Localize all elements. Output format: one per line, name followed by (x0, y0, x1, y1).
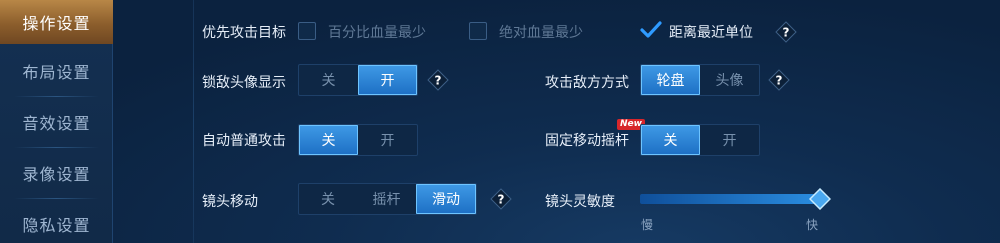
camera-move-off[interactable]: 关 (299, 184, 357, 214)
fixed-joystick-off[interactable]: 关 (641, 125, 700, 155)
option-percent-hp-label[interactable]: 百分比血量最少 (328, 22, 426, 42)
fixed-joystick-on[interactable]: 开 (700, 125, 759, 155)
attack-mode-wheel[interactable]: 轮盘 (641, 65, 700, 95)
fixed-joystick-toggle: 关 开 (640, 124, 760, 156)
check-icon[interactable] (640, 20, 662, 40)
sensitivity-slider-fill (640, 194, 820, 204)
camera-move-toggle: 关 摇杆 滑动 (298, 183, 477, 215)
sidebar-item-operation[interactable]: 操作设置 (0, 0, 113, 44)
sidebar-item-label: 隐私设置 (22, 216, 91, 235)
priority-target-label: 优先攻击目标 (202, 25, 286, 41)
camera-move-swipe[interactable]: 滑动 (416, 184, 476, 214)
attack-mode-avatar[interactable]: 头像 (700, 65, 759, 95)
sidebar-item-label: 音效设置 (22, 114, 91, 133)
checkbox-percent-hp[interactable] (298, 22, 316, 40)
sensitivity-min-label: 慢 (641, 218, 654, 232)
checkbox-absolute-hp[interactable] (469, 22, 487, 40)
attack-mode-toggle: 轮盘 头像 (640, 64, 760, 96)
sidebar-item-layout[interactable]: 布局设置 (0, 46, 113, 97)
camera-sensitivity-label: 镜头灵敏度 (545, 194, 615, 210)
auto-attack-off[interactable]: 关 (299, 125, 358, 155)
attack-mode-label: 攻击敌方方式 (545, 75, 629, 91)
svg-text:?: ? (435, 74, 442, 88)
help-icon[interactable]: ? (427, 69, 449, 91)
help-icon[interactable]: ? (490, 188, 512, 210)
auto-attack-toggle: 关 开 (298, 124, 418, 156)
svg-text:?: ? (783, 26, 790, 40)
camera-move-label: 镜头移动 (202, 194, 258, 210)
lock-avatar-label: 锁敌头像显示 (202, 75, 286, 91)
camera-move-joystick[interactable]: 摇杆 (357, 184, 416, 214)
divider (193, 0, 194, 243)
help-icon[interactable]: ? (768, 69, 790, 91)
lock-avatar-on[interactable]: 开 (358, 65, 417, 95)
svg-text:?: ? (498, 193, 505, 207)
svg-text:?: ? (776, 74, 783, 88)
sidebar-item-recording[interactable]: 录像设置 (0, 148, 113, 199)
lock-avatar-toggle: 关 开 (298, 64, 418, 96)
option-absolute-hp-label[interactable]: 绝对血量最少 (499, 22, 583, 42)
sidebar-item-privacy[interactable]: 隐私设置 (0, 199, 113, 243)
sidebar-item-label: 布局设置 (22, 63, 91, 82)
fixed-joystick-label: 固定移动摇杆 (545, 133, 629, 149)
sensitivity-max-label: 快 (806, 218, 819, 232)
auto-attack-label: 自动普通攻击 (202, 133, 286, 149)
sidebar-item-sound[interactable]: 音效设置 (0, 97, 113, 148)
sidebar-item-label: 操作设置 (22, 14, 91, 33)
help-icon[interactable]: ? (775, 21, 797, 43)
settings-panel: 操作设置 布局设置 音效设置 录像设置 隐私设置 优先攻击目标 百分比血量最少 … (0, 0, 1000, 243)
sidebar-item-label: 录像设置 (22, 165, 91, 184)
settings-content: 优先攻击目标 百分比血量最少 绝对血量最少 距离最近单位 ? 锁敌头像显示 关 … (113, 0, 1000, 243)
settings-sidebar: 操作设置 布局设置 音效设置 录像设置 隐私设置 (0, 0, 113, 243)
auto-attack-on[interactable]: 开 (358, 125, 417, 155)
sensitivity-slider-thumb[interactable] (808, 187, 832, 211)
lock-avatar-off[interactable]: 关 (299, 65, 358, 95)
option-nearest-unit-label[interactable]: 距离最近单位 (669, 22, 753, 42)
